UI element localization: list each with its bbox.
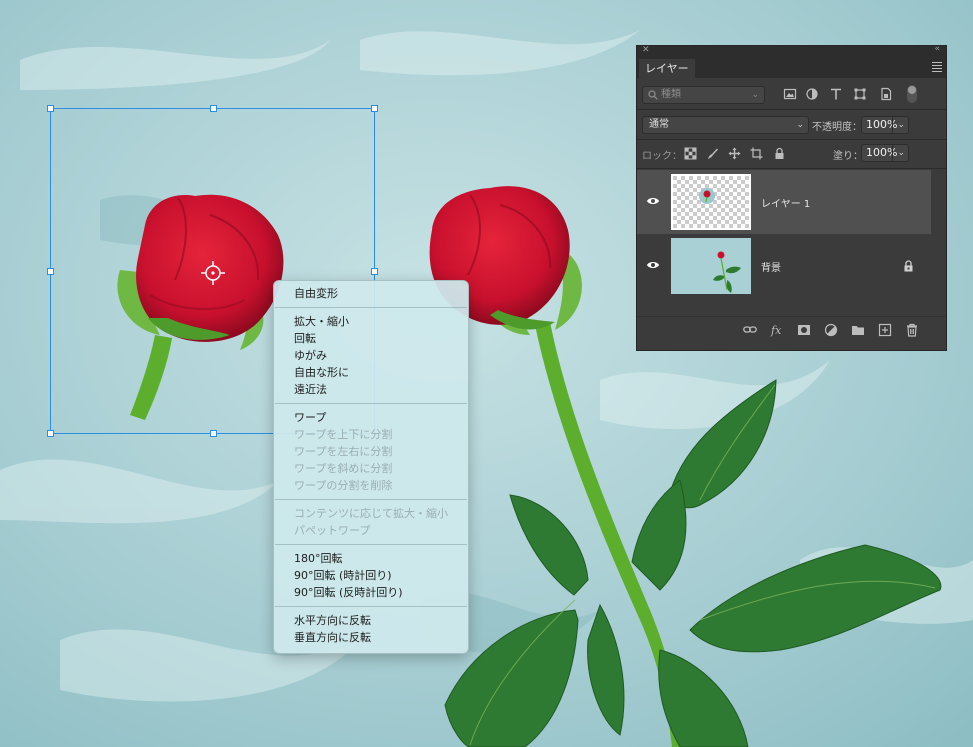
transform-handle-bottom-left[interactable] <box>47 430 54 437</box>
menu-separator <box>275 403 467 404</box>
lock-image-icon[interactable] <box>706 147 719 160</box>
adjustment-filter-icon[interactable] <box>805 87 819 101</box>
transform-handle-top-center[interactable] <box>210 105 217 112</box>
menu-item: ワープの分割を削除 <box>294 479 393 492</box>
menu-separator <box>275 606 467 607</box>
panel-menu-icon[interactable] <box>932 62 942 74</box>
shape-filter-icon[interactable] <box>853 87 867 101</box>
transform-handle-middle-right[interactable] <box>371 268 378 275</box>
new-group-icon[interactable] <box>851 323 865 337</box>
lock-all-icon[interactable] <box>773 147 786 160</box>
menu-item[interactable]: 遠近法 <box>274 381 468 398</box>
layer-kind-filter-label: 種類 <box>661 89 681 100</box>
panel-title-bar[interactable]: ✕ « <box>637 44 946 58</box>
smart-object-filter-icon[interactable] <box>879 87 893 101</box>
transform-context-menu: 自由変形拡大・縮小 回転 ゆがみ 自由な形に 遠近法ワープワープを上下に分割 ワープを左右… <box>273 280 469 654</box>
visibility-eye-icon[interactable] <box>646 196 660 206</box>
menu-item[interactable]: ゆがみ <box>274 347 468 364</box>
menu-item[interactable]: 90°回転 (時計回り) <box>274 567 468 584</box>
layers-panel: ✕ « レイヤー 種類 ⌄ 通常 ⌄ 不透明度： 100% ⌄ ロック： 塗り：… <box>636 44 947 351</box>
menu-item: ワープを斜めに分割 <box>294 462 393 475</box>
fill-input[interactable]: 100% ⌄ <box>861 144 909 162</box>
chevron-down-icon: ⌄ <box>751 90 759 100</box>
layer-name[interactable]: 背景 <box>761 259 781 274</box>
search-icon <box>648 90 658 100</box>
transform-handle-bottom-center[interactable] <box>210 430 217 437</box>
adjustment-layer-icon[interactable] <box>824 323 838 337</box>
menu-item[interactable]: 90°回転 (反時計回り) <box>274 584 468 601</box>
menu-item[interactable]: 水平方向に反転 <box>274 612 468 629</box>
svg-text:fx: fx <box>770 324 782 337</box>
opacity-input[interactable]: 100% ⌄ <box>861 116 909 134</box>
layer-row-layer-1[interactable]: レイヤー 1 <box>637 170 931 234</box>
fill-label: 塗り： <box>833 151 863 162</box>
layers-scrollbar[interactable] <box>931 170 946 315</box>
link-layers-icon[interactable] <box>743 323 757 337</box>
menu-item: パペットワープ <box>294 524 371 537</box>
blend-mode-dropdown[interactable]: 通常 ⌄ <box>642 116 809 134</box>
menu-item: コンテンツに応じて拡大・縮小 <box>294 507 448 520</box>
visibility-eye-icon[interactable] <box>646 260 660 270</box>
layer-kind-filter-dropdown[interactable]: 種類 ⌄ <box>642 86 765 104</box>
transform-handle-middle-left[interactable] <box>47 268 54 275</box>
menu-item[interactable]: 拡大・縮小 <box>274 313 468 330</box>
menu-item[interactable]: ワープ <box>274 409 468 426</box>
layer-row-background[interactable]: 背景 <box>637 234 931 298</box>
collapse-icon[interactable]: « <box>934 44 940 54</box>
menu-item[interactable]: 自由な形に <box>274 364 468 381</box>
lock-position-icon[interactable] <box>728 147 741 160</box>
menu-item: ワープを上下に分割 <box>294 428 393 441</box>
lock-transparent-icon[interactable] <box>684 147 697 160</box>
type-filter-icon[interactable] <box>829 87 843 101</box>
menu-separator <box>275 307 467 308</box>
tab-layers[interactable]: レイヤー <box>639 59 695 78</box>
opacity-label: 不透明度： <box>812 122 862 133</box>
filter-toggle-switch[interactable] <box>907 85 917 103</box>
chevron-down-icon[interactable]: ⌄ <box>897 145 905 161</box>
chevron-down-icon: ⌄ <box>796 120 804 130</box>
layer-1-thumbnail[interactable] <box>671 174 751 230</box>
panel-tab-row: レイヤー <box>637 58 946 78</box>
menu-item[interactable]: 180°回転 <box>274 550 468 567</box>
menu-item[interactable]: 垂直方向に反転 <box>274 629 468 646</box>
menu-separator <box>275 544 467 545</box>
chevron-down-icon[interactable]: ⌄ <box>897 117 905 133</box>
menu-item: ワープを左右に分割 <box>294 445 393 458</box>
delete-layer-icon[interactable] <box>905 323 919 337</box>
reference-point-icon[interactable] <box>200 260 226 286</box>
lock-label: ロック： <box>642 151 682 162</box>
layer-name[interactable]: レイヤー 1 <box>761 195 810 210</box>
transform-handle-top-right[interactable] <box>371 105 378 112</box>
image-filter-icon[interactable] <box>783 87 797 101</box>
lock-artboard-icon[interactable] <box>750 147 763 160</box>
close-icon[interactable]: ✕ <box>642 45 650 55</box>
menu-item[interactable]: 回転 <box>274 330 468 347</box>
menu-item[interactable]: 自由変形 <box>274 285 468 302</box>
transform-handle-top-left[interactable] <box>47 105 54 112</box>
blend-mode-value: 通常 <box>649 119 669 130</box>
menu-separator <box>275 499 467 500</box>
fx-icon[interactable]: fx <box>770 323 784 337</box>
new-layer-icon[interactable] <box>878 323 892 337</box>
background-thumbnail[interactable] <box>671 238 751 294</box>
lock-icon <box>904 260 913 272</box>
add-mask-icon[interactable] <box>797 323 811 337</box>
